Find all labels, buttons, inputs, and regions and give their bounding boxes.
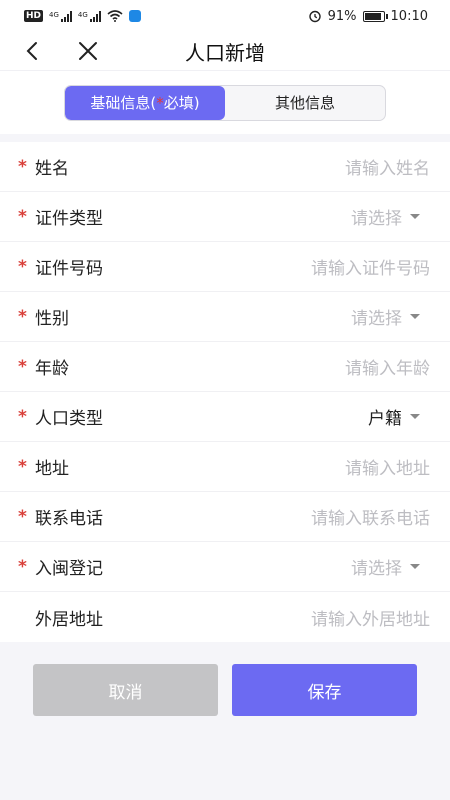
tab-switcher: 基础信息(* 必填) 其他信息 — [64, 84, 386, 121]
hd-icon: HD — [24, 10, 44, 22]
select-value: 请选择 — [351, 209, 402, 229]
back-button[interactable] — [12, 32, 52, 70]
required-mark: * — [18, 206, 27, 227]
field-label: 证件类型 — [35, 209, 103, 229]
field-label: 外居地址 — [35, 609, 103, 630]
fujian-registration-select[interactable]: 请选择 — [351, 554, 420, 579]
action-bar: 取消 保存 — [0, 664, 450, 716]
close-icon — [79, 42, 97, 60]
field-label: 人口类型 — [35, 409, 103, 429]
caret-down-icon — [410, 314, 420, 319]
field-label: 证件号码 — [35, 259, 103, 279]
form-row-id-type[interactable]: * 证件类型 请选择 — [0, 192, 450, 242]
tab-basic-info-suffix: 必填) — [163, 94, 200, 112]
close-button[interactable] — [68, 32, 108, 70]
nav-bar: 人口新增 — [0, 32, 450, 70]
chevron-left-icon — [26, 42, 37, 60]
form-row-fujian-registration[interactable]: * 入闽登记 请选择 — [0, 542, 450, 592]
field-label: 地址 — [35, 459, 69, 479]
form-row-age[interactable]: * 年龄 请输入年龄 — [0, 342, 450, 392]
required-mark: * — [18, 556, 27, 577]
population-type-select[interactable]: 户籍 — [368, 404, 420, 429]
address-input[interactable]: 请输入地址 — [345, 454, 430, 479]
field-label: 性别 — [35, 309, 69, 329]
required-mark: * — [18, 506, 27, 527]
external-address-input[interactable]: 请输入外居地址 — [311, 605, 430, 630]
tab-basic-info[interactable]: 基础信息(* 必填) — [65, 85, 225, 120]
form-row-address[interactable]: * 地址 请输入地址 — [0, 442, 450, 492]
network-type-label: 4G — [49, 10, 59, 19]
signal-icon-2: 4G — [77, 10, 101, 22]
status-left: HD 4G 4G — [24, 10, 141, 22]
name-input[interactable]: 请输入姓名 — [345, 154, 430, 179]
signal-icon: 4G — [49, 10, 72, 22]
select-value: 请选择 — [351, 309, 402, 329]
alarm-icon — [308, 10, 321, 23]
section-gap — [0, 134, 450, 142]
select-value: 请选择 — [351, 559, 402, 579]
tab-basic-info-star: * — [156, 93, 164, 112]
status-bar: HD 4G 4G 91% 10:10 — [0, 0, 450, 32]
tab-basic-info-prefix: 基础信息( — [90, 94, 157, 112]
form-row-gender[interactable]: * 性别 请选择 — [0, 292, 450, 342]
caret-down-icon — [410, 414, 420, 419]
id-number-input[interactable]: 请输入证件号码 — [311, 254, 430, 279]
tab-other-info[interactable]: 其他信息 — [225, 86, 385, 120]
cancel-button[interactable]: 取消 — [33, 664, 218, 716]
battery-icon — [362, 10, 388, 22]
required-mark: * — [18, 306, 27, 327]
clock: 10:10 — [390, 8, 428, 24]
required-mark: * — [18, 406, 27, 427]
status-right: 91% 10:10 — [308, 9, 428, 24]
field-label: 联系电话 — [35, 509, 103, 529]
form-row-phone[interactable]: * 联系电话 请输入联系电话 — [0, 492, 450, 542]
form-row-external-address[interactable]: 外居地址 请输入外居地址 — [0, 592, 450, 642]
gender-select[interactable]: 请选择 — [351, 304, 420, 329]
field-label: 年龄 — [35, 359, 69, 379]
person-form: * 姓名 请输入姓名 * 证件类型 请选择 * 证件号码 请输入证件号码 * 性… — [0, 142, 450, 642]
age-input[interactable]: 请输入年龄 — [345, 354, 430, 379]
form-row-name[interactable]: * 姓名 请输入姓名 — [0, 142, 450, 192]
network-type-label-2: 4G — [77, 10, 88, 19]
wifi-icon — [107, 10, 123, 22]
phone-input[interactable]: 请输入联系电话 — [311, 504, 430, 529]
field-label: 入闽登记 — [35, 559, 103, 579]
required-mark: * — [18, 156, 27, 177]
caret-down-icon — [410, 564, 420, 569]
id-type-select[interactable]: 请选择 — [351, 204, 420, 229]
select-value: 户籍 — [368, 409, 402, 429]
battery-percent: 91% — [327, 8, 357, 24]
tabs-area: 基础信息(* 必填) 其他信息 — [0, 70, 450, 134]
form-row-population-type[interactable]: * 人口类型 户籍 — [0, 392, 450, 442]
caret-down-icon — [410, 214, 420, 219]
form-row-id-number[interactable]: * 证件号码 请输入证件号码 — [0, 242, 450, 292]
required-mark: * — [18, 456, 27, 477]
app-notification-icon — [128, 10, 141, 22]
field-label: 姓名 — [35, 159, 69, 179]
required-mark: * — [18, 356, 27, 377]
required-mark: * — [18, 256, 27, 277]
save-button[interactable]: 保存 — [232, 664, 417, 716]
